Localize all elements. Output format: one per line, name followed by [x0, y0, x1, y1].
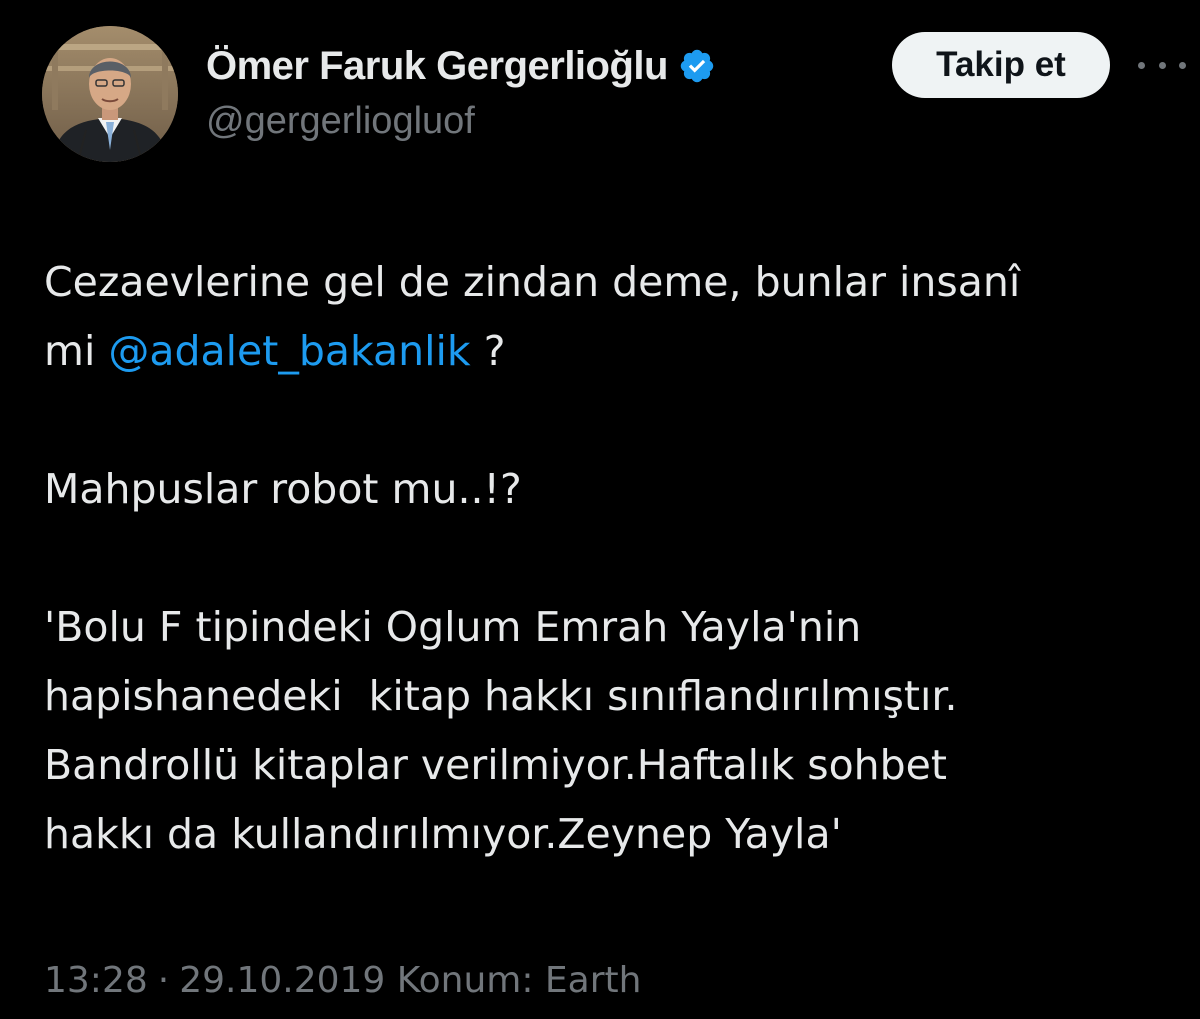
display-name[interactable]: Ömer Faruk Gergerlioğlu — [206, 44, 668, 89]
more-horizontal-icon[interactable] — [1138, 50, 1186, 80]
more-dot — [1179, 61, 1186, 69]
author-name-row: Ömer Faruk Gergerlioğlu — [206, 40, 716, 92]
tweet-line: hapishanedeki kitap hakkı sınıflandırılm… — [44, 672, 958, 720]
tweet-timestamp: 13:28 · 29.10.2019 Konum: Earth — [44, 960, 641, 1001]
author-handle[interactable]: @gergerliogluof — [206, 100, 475, 143]
verified-badge-icon[interactable] — [678, 47, 716, 85]
tweet-text-segment: ? — [470, 327, 506, 375]
tweet-time[interactable]: 13:28 — [44, 960, 148, 1001]
follow-button[interactable]: Takip et — [892, 32, 1110, 98]
tweet-container: Ömer Faruk Gergerlioğlu @gergerliogluof … — [0, 0, 1200, 1019]
tweet-location: Konum: Earth — [396, 960, 642, 1001]
more-dot — [1138, 61, 1145, 69]
tweet-line: Mahpuslar robot mu..!? — [44, 465, 522, 513]
tweet-line: 'Bolu F tipindeki Oglum Emrah Yayla'nin — [44, 603, 862, 651]
tweet-text-segment: mi — [44, 327, 109, 375]
more-dot — [1158, 61, 1166, 69]
mention-link[interactable]: @adalet_bakanlik — [108, 327, 470, 375]
tweet-line: mi @adalet_bakanlik ? — [44, 317, 1174, 386]
profile-photo — [42, 26, 178, 162]
tweet-line: Bandrollü kitaplar verilmiyor.Haftalık s… — [44, 741, 947, 789]
tweet-date[interactable]: 29.10.2019 — [179, 960, 385, 1001]
tweet-line: Cezaevlerine gel de zindan deme, bunlar … — [44, 258, 1021, 306]
avatar[interactable] — [42, 26, 178, 162]
meta-separator: · — [157, 960, 170, 1001]
tweet-line: hakkı da kullandırılmıyor.Zeynep Yayla' — [44, 810, 842, 858]
tweet-text: Cezaevlerine gel de zindan deme, bunlar … — [44, 248, 1174, 869]
